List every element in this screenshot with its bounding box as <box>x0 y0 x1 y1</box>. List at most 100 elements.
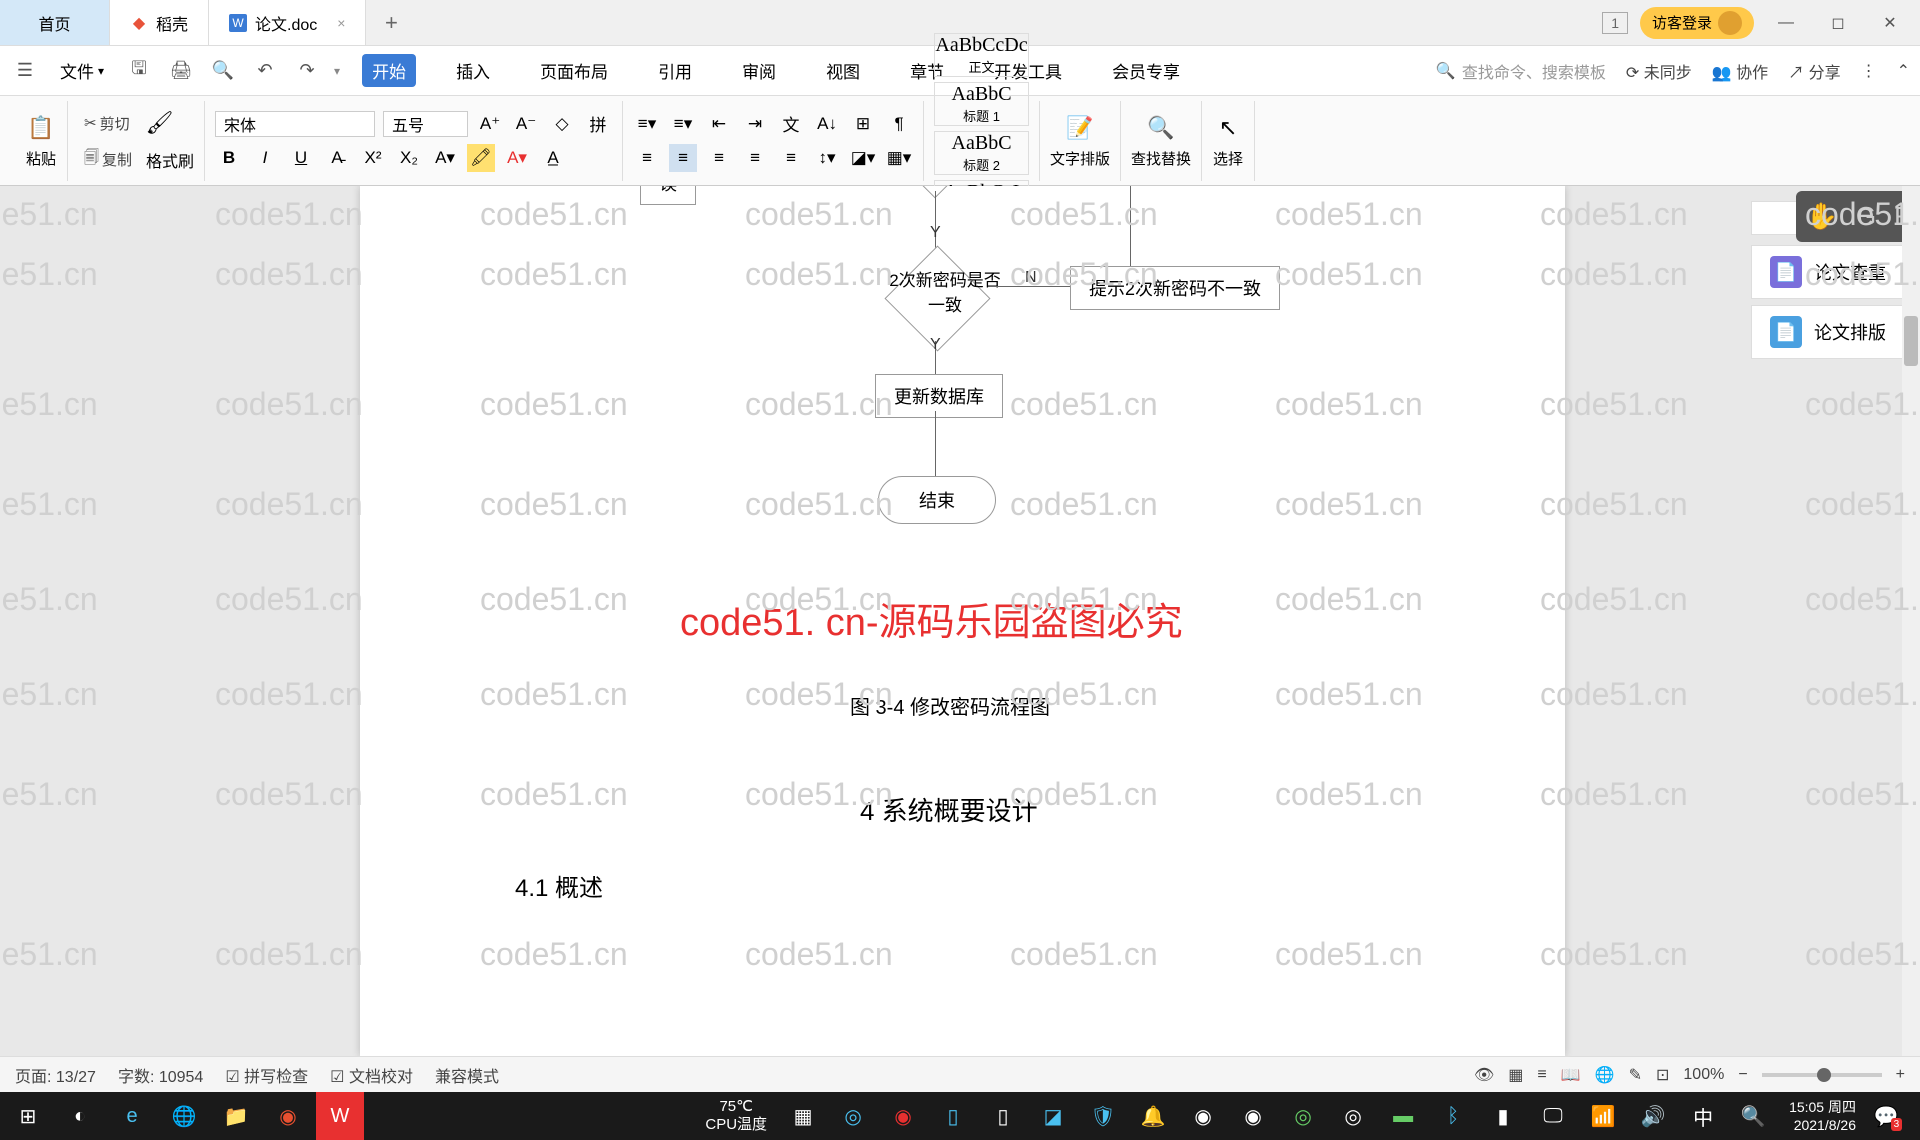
font-color[interactable]: A▾ <box>503 144 531 172</box>
view-read[interactable]: 📖 <box>1561 1065 1581 1085</box>
undo-icon[interactable]: ↶ <box>250 56 280 86</box>
line-spacing[interactable]: ↕▾ <box>813 144 841 172</box>
vertical-scrollbar[interactable] <box>1902 186 1920 1056</box>
font-select[interactable] <box>215 111 375 137</box>
tab-home[interactable]: 首页 <box>0 0 110 45</box>
tray-4[interactable]: ▯ <box>929 1092 977 1140</box>
chrome-icon[interactable]: 🌐 <box>160 1092 208 1140</box>
scroll-thumb[interactable] <box>1904 316 1918 366</box>
superscript[interactable]: X² <box>359 144 387 172</box>
collab-button[interactable]: 👥 协作 <box>1712 59 1768 83</box>
tray-11[interactable]: ◎ <box>1279 1092 1327 1140</box>
paper-format[interactable]: 📄论文排版 <box>1751 305 1905 359</box>
hand-icon[interactable]: ✋ <box>1806 201 1838 232</box>
temp-widget[interactable]: 75℃CPU温度 <box>695 1098 777 1134</box>
text-arrange[interactable]: 📝文字排版 <box>1050 112 1110 169</box>
tab-add-button[interactable]: + <box>366 0 416 45</box>
hamburger-icon[interactable]: ☰ <box>10 56 40 86</box>
tab-count-badge[interactable]: 1 <box>1602 12 1628 34</box>
phonetic[interactable]: 拼 <box>584 110 612 138</box>
menu-insert[interactable]: 插入 <box>446 54 500 87</box>
g-icon[interactable]: G <box>1856 201 1876 232</box>
italic-button[interactable]: I <box>251 144 279 172</box>
cut-button[interactable]: ✂ 剪切 <box>78 111 136 136</box>
tray-1[interactable]: ▦ <box>779 1092 827 1140</box>
text-effect[interactable]: A▾ <box>431 144 459 172</box>
tab-document[interactable]: W论文.doc× <box>209 0 366 45</box>
zoom-in[interactable]: + <box>1896 1066 1905 1084</box>
close-icon[interactable]: × <box>337 15 345 31</box>
battery-icon[interactable]: ▮ <box>1479 1092 1527 1140</box>
minimize-button[interactable]: — <box>1766 0 1806 46</box>
view-page[interactable]: ▦ <box>1508 1065 1523 1085</box>
clock[interactable]: 15:05 周四2021/8/26 <box>1779 1098 1866 1134</box>
highlight[interactable]: 🖍 <box>467 144 495 172</box>
document-page[interactable]: 误 正确 N Y 2次新密码是否一致 提示2次新密码不一致 N Y 更新数据库 … <box>360 186 1565 1056</box>
align-center[interactable]: ≡ <box>669 144 697 172</box>
sort[interactable]: A↓ <box>813 110 841 138</box>
sync-button[interactable]: ⟳ 未同步 <box>1626 59 1692 83</box>
tray-5[interactable]: ▯ <box>979 1092 1027 1140</box>
search-tray-icon[interactable]: 🔍 <box>1729 1092 1777 1140</box>
page-indicator[interactable]: 页面: 13/27 <box>15 1063 96 1087</box>
find-replace[interactable]: 🔍查找替换 <box>1131 112 1191 169</box>
volume-icon[interactable]: 🔊 <box>1629 1092 1677 1140</box>
wifi-icon[interactable]: 📶 <box>1579 1092 1627 1140</box>
paste-button[interactable]: 📋粘贴 <box>25 112 57 169</box>
start-button[interactable]: ⊞ <box>4 1092 52 1140</box>
bluetooth-icon[interactable]: ᛒ <box>1429 1092 1477 1140</box>
ime-icon[interactable]: 中 <box>1679 1092 1727 1140</box>
wps-icon[interactable]: W <box>316 1092 364 1140</box>
style-body[interactable]: AaBbCcDc正文 <box>934 33 1029 77</box>
underline-button[interactable]: U <box>287 144 315 172</box>
close-button[interactable]: ✕ <box>1870 0 1910 46</box>
tray-8[interactable]: 🔔 <box>1129 1092 1177 1140</box>
align-dist[interactable]: ≡ <box>777 144 805 172</box>
print-icon[interactable]: 🖨 <box>166 56 196 86</box>
size-select[interactable] <box>383 111 468 137</box>
obs-icon[interactable]: ◐ <box>56 1092 104 1140</box>
eye-icon[interactable]: 👁 <box>1474 1065 1494 1085</box>
maximize-button[interactable]: ◻ <box>1818 0 1858 46</box>
share-button[interactable]: ↗ 分享 <box>1788 59 1840 83</box>
proofread[interactable]: ☑ 文档校对 <box>330 1063 413 1087</box>
explorer-icon[interactable]: 📁 <box>212 1092 260 1140</box>
preview-icon[interactable]: 🔍 <box>208 56 238 86</box>
save-icon[interactable]: 🖫 <box>124 56 154 86</box>
tabs-btn[interactable]: ⊞ <box>849 110 877 138</box>
zoom-out[interactable]: − <box>1738 1066 1747 1084</box>
copy-button[interactable]: 🗐 复制 <box>78 145 138 174</box>
search-input[interactable]: 🔍查找命令、搜索模板 <box>1436 59 1606 83</box>
show-marks[interactable]: ¶ <box>885 110 913 138</box>
app-icon[interactable]: ◉ <box>264 1092 312 1140</box>
ie-icon[interactable]: e <box>108 1092 156 1140</box>
view-web[interactable]: 🌐 <box>1595 1065 1615 1085</box>
zoom-slider[interactable] <box>1762 1073 1882 1077</box>
notifications[interactable]: 💬3 <box>1868 1092 1916 1140</box>
word-count[interactable]: 字数: 10954 <box>118 1063 203 1087</box>
menu-start[interactable]: 开始 <box>362 54 416 87</box>
shading[interactable]: ◪▾ <box>849 144 877 172</box>
more-menu[interactable]: ⋮ <box>1861 61 1877 81</box>
tray-6[interactable]: ◪ <box>1029 1092 1077 1140</box>
tray-10[interactable]: ◉ <box>1229 1092 1277 1140</box>
tab-docshell[interactable]: ◆稻壳 <box>110 0 209 45</box>
tray-12[interactable]: ◎ <box>1329 1092 1377 1140</box>
clear-format[interactable]: ◇ <box>548 110 576 138</box>
style-h2[interactable]: AaBbC标题 2 <box>934 131 1029 175</box>
plagiarism-check[interactable]: 📄论文查重 <box>1751 245 1905 299</box>
collapse-ribbon[interactable]: ⌃ <box>1897 61 1910 81</box>
file-menu[interactable]: 文件 ▾ <box>52 58 112 83</box>
indent[interactable]: ⇥ <box>741 110 769 138</box>
tray-9[interactable]: ◉ <box>1179 1092 1227 1140</box>
numbering[interactable]: ≡▾ <box>669 110 697 138</box>
outdent[interactable]: ⇤ <box>705 110 733 138</box>
monitor-icon[interactable]: 🖵 <box>1529 1092 1577 1140</box>
menu-layout[interactable]: 页面布局 <box>530 54 618 87</box>
spell-check[interactable]: ☑ 拼写检查 <box>225 1063 308 1087</box>
redo-icon[interactable]: ↷ <box>292 56 322 86</box>
bullets[interactable]: ≡▾ <box>633 110 661 138</box>
char-border[interactable]: A̲ <box>539 144 567 172</box>
grow-font[interactable]: A⁺ <box>476 110 504 138</box>
tray-13[interactable]: ▬ <box>1379 1092 1427 1140</box>
